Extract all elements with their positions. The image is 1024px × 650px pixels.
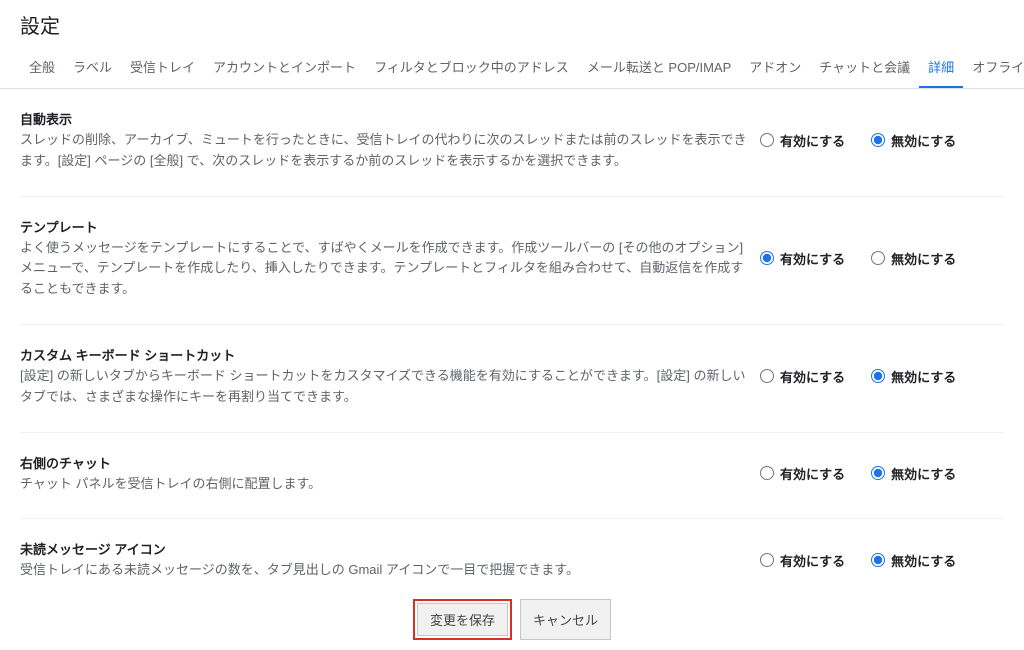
radio-disable[interactable] xyxy=(871,553,885,567)
setting-row-templates: テンプレートよく使うメッセージをテンプレートにすることで、すばやくメールを作成で… xyxy=(20,197,1004,325)
option-disable[interactable]: 無効にする xyxy=(871,551,956,570)
setting-title: 未読メッセージ アイコン xyxy=(20,539,752,558)
radio-enable[interactable] xyxy=(760,251,774,265)
setting-title: 自動表示 xyxy=(20,109,752,128)
tab-2[interactable]: 受信トレイ xyxy=(121,51,204,88)
setting-desc: 自動表示スレッドの削除、アーカイブ、ミュートを行ったときに、受信トレイの代わりに… xyxy=(20,109,752,172)
radio-disable[interactable] xyxy=(871,466,885,480)
setting-description: チャット パネルを受信トレイの右側に配置します。 xyxy=(20,474,752,495)
setting-options: 有効にする 無効にする xyxy=(760,539,1004,581)
radio-enable[interactable] xyxy=(760,553,774,567)
option-enable[interactable]: 有効にする xyxy=(760,367,845,386)
actions-bar: 変更を保存 キャンセル xyxy=(0,595,1024,650)
tab-4[interactable]: フィルタとブロック中のアドレス xyxy=(365,51,578,88)
option-enable[interactable]: 有効にする xyxy=(760,551,845,570)
setting-options: 有効にする 無効にする xyxy=(760,109,1004,172)
radio-disable[interactable] xyxy=(871,251,885,265)
radio-enable[interactable] xyxy=(760,369,774,383)
option-disable[interactable]: 無効にする xyxy=(871,131,956,150)
option-enable[interactable]: 有効にする xyxy=(760,131,845,150)
tab-1[interactable]: ラベル xyxy=(64,51,121,88)
tab-5[interactable]: メール転送と POP/IMAP xyxy=(578,51,740,88)
setting-options: 有効にする 無効にする xyxy=(760,217,1004,300)
option-label: 無効にする xyxy=(891,464,956,483)
option-label: 無効にする xyxy=(891,131,956,150)
option-label: 無効にする xyxy=(891,249,956,268)
tabs-bar: 全般ラベル受信トレイアカウントとインポートフィルタとブロック中のアドレスメール転… xyxy=(0,51,1024,89)
tab-8[interactable]: 詳細 xyxy=(919,51,963,88)
save-button[interactable]: 変更を保存 xyxy=(417,603,508,636)
setting-title: カスタム キーボード ショートカット xyxy=(20,345,752,364)
radio-disable[interactable] xyxy=(871,133,885,147)
setting-row-auto-advance: 自動表示スレッドの削除、アーカイブ、ミュートを行ったときに、受信トレイの代わりに… xyxy=(20,89,1004,197)
setting-description: よく使うメッセージをテンプレートにすることで、すばやくメールを作成できます。作成… xyxy=(20,238,752,300)
setting-desc: カスタム キーボード ショートカット [設定] の新しいタブからキーボード ショー… xyxy=(20,345,752,408)
option-disable[interactable]: 無効にする xyxy=(871,367,956,386)
setting-desc: テンプレートよく使うメッセージをテンプレートにすることで、すばやくメールを作成で… xyxy=(20,217,752,300)
radio-disable[interactable] xyxy=(871,369,885,383)
setting-desc: 未読メッセージ アイコン受信トレイにある未読メッセージの数を、タブ見出しの Gm… xyxy=(20,539,752,581)
option-disable[interactable]: 無効にする xyxy=(871,249,956,268)
option-label: 有効にする xyxy=(780,464,845,483)
tab-6[interactable]: アドオン xyxy=(740,51,810,88)
save-highlight: 変更を保存 xyxy=(413,599,512,640)
tab-7[interactable]: チャットと会議 xyxy=(810,51,919,88)
option-disable[interactable]: 無効にする xyxy=(871,464,956,483)
option-label: 無効にする xyxy=(891,551,956,570)
option-label: 有効にする xyxy=(780,131,845,150)
setting-row-custom-shortcuts: カスタム キーボード ショートカット [設定] の新しいタブからキーボード ショー… xyxy=(20,325,1004,433)
setting-row-chat-right: 右側のチャットチャット パネルを受信トレイの右側に配置します。 有効にする 無効にす… xyxy=(20,433,1004,520)
setting-description: [設定] の新しいタブからキーボード ショートカットをカスタマイズできる機能を有… xyxy=(20,366,752,408)
setting-description: スレッドの削除、アーカイブ、ミュートを行ったときに、受信トレイの代わりに次のスレ… xyxy=(20,130,752,172)
setting-title: テンプレート xyxy=(20,217,752,236)
option-enable[interactable]: 有効にする xyxy=(760,464,845,483)
radio-enable[interactable] xyxy=(760,133,774,147)
cancel-button[interactable]: キャンセル xyxy=(520,599,611,640)
tab-9[interactable]: オフライン xyxy=(963,51,1024,88)
option-enable[interactable]: 有効にする xyxy=(760,249,845,268)
settings-content: 自動表示スレッドの削除、アーカイブ、ミュートを行ったときに、受信トレイの代わりに… xyxy=(0,89,1024,595)
setting-row-unread-icon: 未読メッセージ アイコン受信トレイにある未読メッセージの数を、タブ見出しの Gm… xyxy=(20,519,1004,595)
setting-options: 有効にする 無効にする xyxy=(760,453,1004,495)
setting-desc: 右側のチャットチャット パネルを受信トレイの右側に配置します。 xyxy=(20,453,752,495)
radio-enable[interactable] xyxy=(760,466,774,480)
option-label: 有効にする xyxy=(780,551,845,570)
tab-0[interactable]: 全般 xyxy=(20,51,64,88)
option-label: 無効にする xyxy=(891,367,956,386)
setting-options: 有効にする 無効にする xyxy=(760,345,1004,408)
tab-3[interactable]: アカウントとインポート xyxy=(204,51,365,88)
option-label: 有効にする xyxy=(780,367,845,386)
page-title: 設定 xyxy=(0,6,1024,51)
option-label: 有効にする xyxy=(780,249,845,268)
setting-description: 受信トレイにある未読メッセージの数を、タブ見出しの Gmail アイコンで一目で… xyxy=(20,560,752,581)
setting-title: 右側のチャット xyxy=(20,453,752,472)
